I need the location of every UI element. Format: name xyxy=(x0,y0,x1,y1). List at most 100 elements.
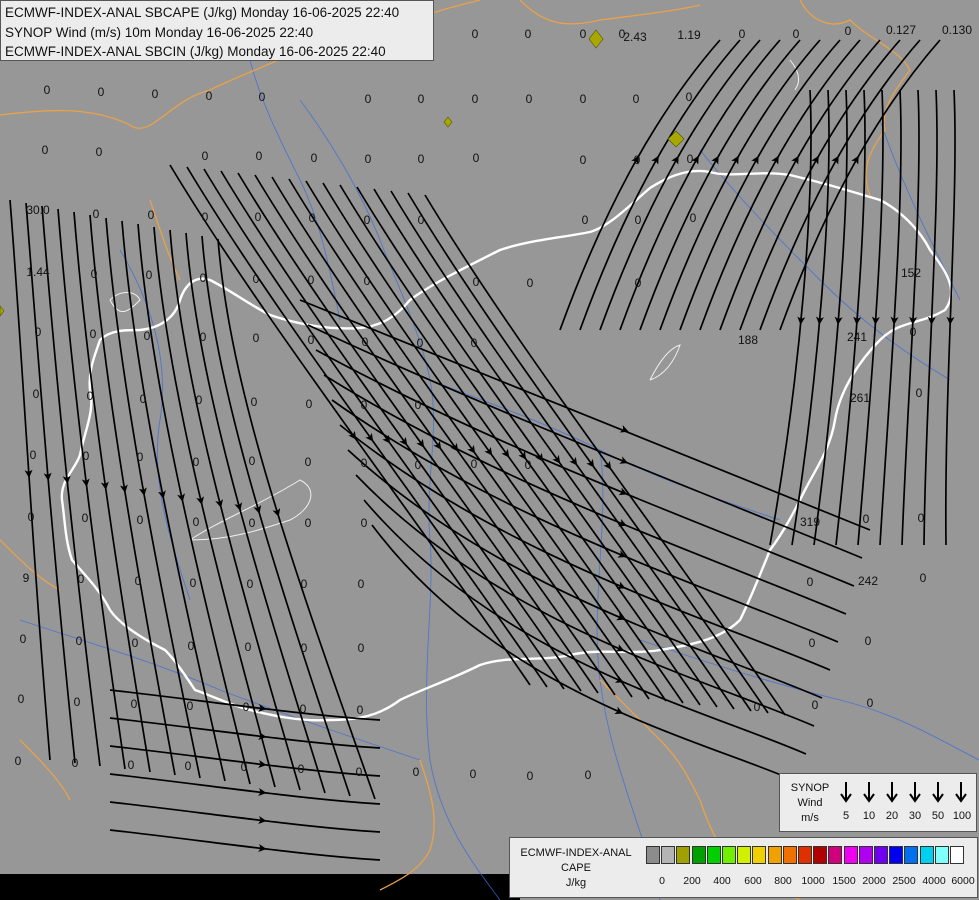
cape-value-label: 0 xyxy=(152,87,159,101)
cape-value-label: 0 xyxy=(243,700,250,714)
cape-value-label: 0 xyxy=(245,640,252,654)
cape-value-label: 0 xyxy=(365,152,372,166)
cape-value-label: 0 xyxy=(76,634,83,648)
cape-value-label: 0 xyxy=(413,765,420,779)
cape-value-label: 0 xyxy=(739,27,746,41)
cape-scale-tick: 400 xyxy=(713,875,731,887)
cape-value-label: 0 xyxy=(247,577,254,591)
cape-value-label: 0 xyxy=(471,336,478,350)
wind-legend-value: 100 xyxy=(952,810,972,822)
cape-value-label: 0 xyxy=(44,83,51,97)
cape-value-label: 0 xyxy=(418,213,425,227)
cape-value-label: 0.127 xyxy=(886,23,916,37)
cape-value-label: 0 xyxy=(308,273,315,287)
cape-value-label: 0 xyxy=(305,455,312,469)
cape-value-label: 0 xyxy=(308,333,315,347)
cape-value-label: 0 xyxy=(920,571,927,585)
cape-value-label: 0 xyxy=(249,516,256,530)
cape-value-label: 0 xyxy=(365,92,372,106)
cape-value-label: 0 xyxy=(807,575,814,589)
wind-arrow-icon xyxy=(955,782,967,803)
cape-value-label: 0 xyxy=(249,454,256,468)
cape-value-label: 0 xyxy=(582,213,589,227)
wind-arrow-icon xyxy=(932,782,944,803)
cape-value-label: 0 xyxy=(255,210,262,224)
cape-value-label: 0 xyxy=(146,268,153,282)
cape-color-swatch xyxy=(722,846,736,864)
cape-scale-tick: 4000 xyxy=(922,875,946,887)
cape-value-label: 0 xyxy=(188,639,195,653)
wind-legend-title: SYNOP Wind m/s xyxy=(784,781,836,826)
cape-value-label: 0 xyxy=(42,143,49,157)
cape-value-label: 0 xyxy=(305,516,312,530)
cape-legend-title: ECMWF-INDEX-ANAL CAPE J/kg xyxy=(514,846,638,891)
cape-value-label: 0 xyxy=(202,149,209,163)
cape-value-label: 0 xyxy=(98,85,105,99)
map-bottom-edge xyxy=(0,874,520,900)
cape-value-label: 0 xyxy=(137,450,144,464)
cape-value-label: 0 xyxy=(863,512,870,526)
cape-scale-tick: 1000 xyxy=(801,875,825,887)
cape-value-label: 242 xyxy=(858,574,878,588)
cape-value-label: 0 xyxy=(311,151,318,165)
cape-value-label: 0 xyxy=(527,276,534,290)
cape-value-label: 9 xyxy=(23,571,30,585)
cape-value-label: 0 xyxy=(472,92,479,106)
cape-value-label: 0 xyxy=(190,576,197,590)
cape-value-label: 0 xyxy=(809,636,816,650)
cape-value-label: 0 xyxy=(418,152,425,166)
cape-value-label: 0 xyxy=(415,398,422,412)
cape-value-label: 0 xyxy=(144,329,151,343)
cape-color-swatch xyxy=(828,846,843,864)
cape-value-label: 0 xyxy=(526,92,533,106)
cape-value-label: 0 xyxy=(187,699,194,713)
cape-value-label: 0 xyxy=(206,89,213,103)
cape-value-label: 0 xyxy=(15,754,22,768)
cape-color-swatch xyxy=(737,846,752,864)
cape-value-label: 0 xyxy=(845,24,852,38)
cape-value-label: 152 xyxy=(901,266,921,280)
cape-color-swatch xyxy=(661,846,676,864)
cape-value-label: 0 xyxy=(83,449,90,463)
cape-value-label: 0 xyxy=(865,634,872,648)
cape-scale-tick: 0 xyxy=(659,875,665,887)
cape-scale-tick: 800 xyxy=(774,875,792,887)
cape-value-label: 0 xyxy=(910,325,917,339)
header-line-cin: ECMWF-INDEX-ANAL SBCIN (J/kg) Monday 16-… xyxy=(5,44,386,59)
cape-color-swatch xyxy=(934,846,949,864)
cape-value-label: 0 xyxy=(300,702,307,716)
cape-scale-tick: 1500 xyxy=(832,875,856,887)
cape-color-swatch xyxy=(767,846,782,864)
cape-value-label: 0 xyxy=(580,153,587,167)
cape-value-label: 0 xyxy=(361,516,368,530)
cape-value-label: 0 xyxy=(193,515,200,529)
cape-value-label: 0 xyxy=(30,448,37,462)
cape-color-swatch xyxy=(874,846,888,864)
cape-value-label: 0 xyxy=(525,27,532,41)
cape-legend-title-1: ECMWF-INDEX-ANAL xyxy=(520,847,632,859)
cape-value-label: 0 xyxy=(202,210,209,224)
cape-value-label: 0 xyxy=(200,271,207,285)
wind-legend-value: 30 xyxy=(908,810,922,822)
cape-value-label: 0 xyxy=(82,511,89,525)
cape-value-label: 1.44 xyxy=(26,265,50,279)
cape-color-swatch xyxy=(691,846,706,864)
cape-value-label: 0 xyxy=(356,765,363,779)
cape-value-label: 0 xyxy=(812,698,819,712)
cape-value-label: 0 xyxy=(309,211,316,225)
cape-color-swatch xyxy=(646,846,660,864)
cape-color-swatch xyxy=(889,846,904,864)
wind-legend-title-3: m/s xyxy=(801,812,819,824)
cape-value-label: 0 xyxy=(74,695,81,709)
cape-value-label: 0 xyxy=(472,27,479,41)
wind-arrow-icon xyxy=(886,782,898,803)
cape-legend: ECMWF-INDEX-ANAL CAPE J/kg 0 200 400 600 800… xyxy=(509,837,978,898)
cape-color-swatch xyxy=(843,846,858,864)
cape-value-label: 241 xyxy=(847,330,867,344)
cape-color-swatch xyxy=(798,846,812,864)
cape-value-label: 0 xyxy=(686,90,693,104)
cape-value-label: 0 xyxy=(918,511,925,525)
cape-value-label: 0 xyxy=(793,27,800,41)
cape-color-swatch xyxy=(813,846,828,864)
wind-legend: SYNOP Wind m/s 5 10 20 30 50 100 xyxy=(779,773,977,832)
